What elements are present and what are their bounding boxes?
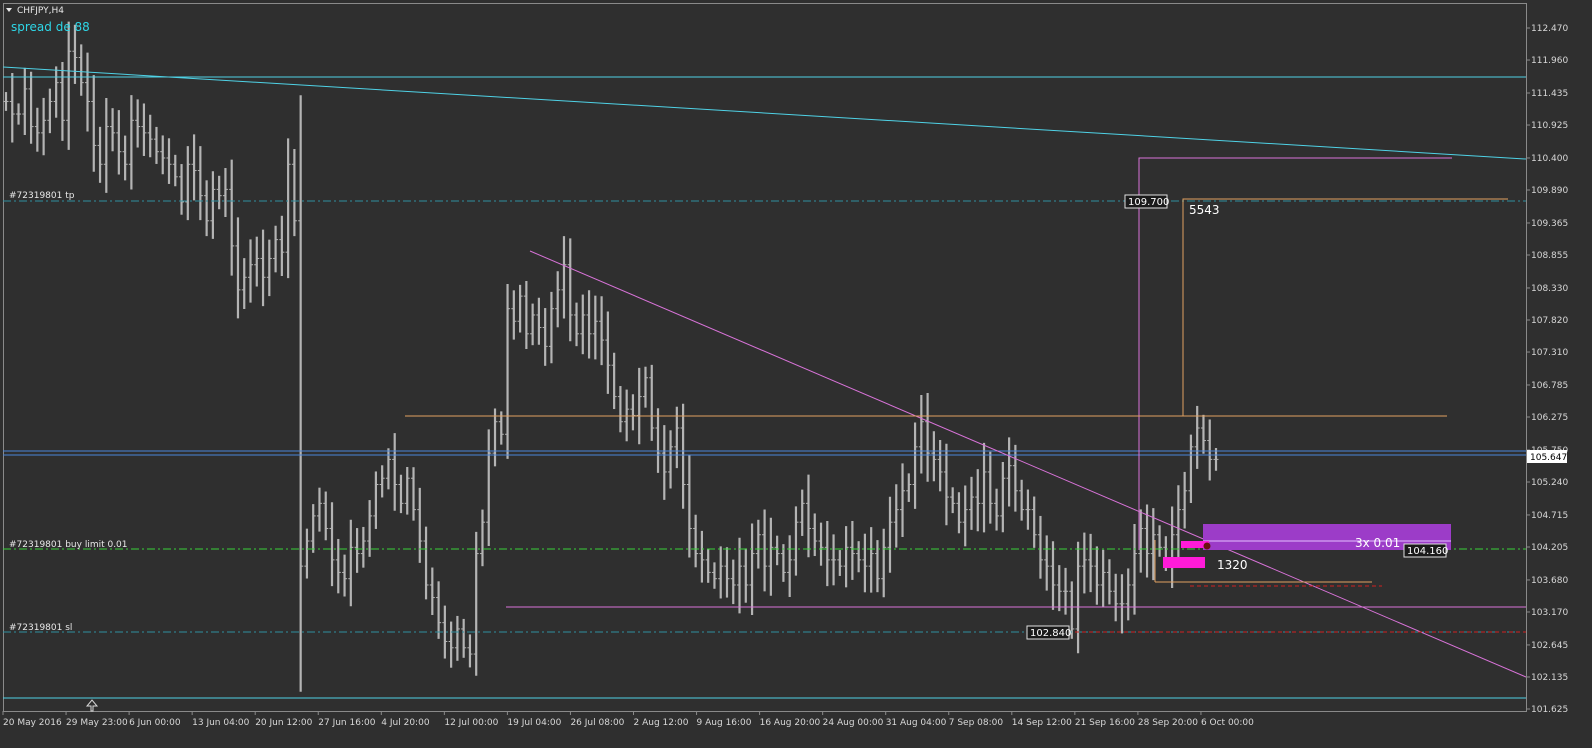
y-tick-label: 103.170 (1531, 608, 1568, 618)
symbol-label: CHFJPY,H4 (17, 6, 64, 16)
low-price-box: 102.840 (1030, 628, 1071, 639)
x-tick-label: 14 Sep 12:00 (1012, 718, 1072, 728)
x-tick-label: 9 Aug 16:00 (697, 718, 752, 728)
y-tick-label: 106.785 (1531, 381, 1568, 391)
plot-frame (3, 3, 1527, 712)
candles-layer (3, 21, 1219, 692)
sl-order-label[interactable]: #72319801 sl (9, 623, 72, 633)
price-axis[interactable]: 112.470 111.960 111.435 110.925 110.400 109.8… (1526, 24, 1568, 715)
x-tick-label: 31 Aug 04:00 (886, 718, 947, 728)
y-tick-label: 104.205 (1531, 543, 1568, 553)
buy-limit-order-label[interactable]: #72319801 buy limit 0.01 (9, 540, 128, 550)
x-tick-label: 27 Jun 16:00 (318, 718, 375, 728)
current-price-tag: 105.647 (1527, 450, 1567, 463)
x-tick-label: 20 Jun 12:00 (255, 718, 312, 728)
y-tick-label: 105.240 (1531, 478, 1568, 488)
y-tick-label: 109.890 (1531, 186, 1568, 196)
y-tick-label: 112.470 (1531, 24, 1568, 34)
y-tick-label: 106.275 (1531, 413, 1568, 423)
x-tick-label: 24 Aug 00:00 (823, 718, 884, 728)
x-tick-label: 7 Sep 08:00 (949, 718, 1004, 728)
x-tick-label: 6 Oct 00:00 (1201, 718, 1254, 728)
y-tick-label: 102.135 (1531, 673, 1568, 683)
y-tick-label: 110.925 (1531, 121, 1568, 131)
magenta-box-lower[interactable] (1163, 557, 1205, 568)
x-tick-label: 19 Jul 04:00 (507, 718, 561, 728)
magenta-trendline[interactable] (529, 250, 1527, 678)
position-label: 3x 0.01 (1355, 536, 1400, 550)
chevron-down-icon[interactable] (6, 8, 12, 12)
chart-root: #72319801 tp #72319801 buy limit 0.01 #7… (0, 0, 1592, 744)
y-tick-label: 101.625 (1531, 705, 1568, 715)
x-tick-label: 20 May 2016 (3, 718, 62, 728)
time-axis[interactable]: 20 May 2016 29 May 23:00 6 Jun 00:00 13 Jun… (2, 711, 1254, 728)
y-tick-label: 111.960 (1531, 56, 1568, 66)
entry-marker (1203, 542, 1211, 550)
top-price-box: 109.700 (1128, 197, 1169, 208)
x-tick-label: 21 Sep 16:00 (1075, 718, 1135, 728)
y-tick-label: 104.715 (1531, 511, 1568, 521)
top-count-label: 5543 (1189, 203, 1220, 217)
mid-count-label: 1320 (1217, 558, 1248, 572)
orange-projection[interactable] (1182, 198, 1508, 416)
x-tick-label: 29 May 23:00 (66, 718, 128, 728)
current-price-label: 105.647 (1530, 453, 1567, 463)
x-tick-label: 26 Jul 08:00 (570, 718, 624, 728)
x-tick-label: 12 Jul 00:00 (444, 718, 498, 728)
y-tick-label: 108.330 (1531, 284, 1568, 294)
cyan-trendline[interactable] (2, 66, 1527, 160)
x-tick-label: 28 Sep 20:00 (1138, 718, 1198, 728)
y-tick-label: 108.855 (1531, 251, 1568, 261)
tp-order-label[interactable]: #72319801 tp (9, 191, 75, 201)
x-tick-label: 6 Jun 00:00 (129, 718, 181, 728)
x-tick-label: 2 Aug 12:00 (634, 718, 689, 728)
position-price-box: 104.160 (1407, 546, 1448, 557)
y-tick-label: 107.820 (1531, 316, 1568, 326)
up-arrow-icon (85, 699, 99, 712)
x-tick-label: 4 Jul 20:00 (381, 718, 430, 728)
y-tick-label: 103.680 (1531, 576, 1568, 586)
order-labels: #72319801 tp #72319801 buy limit 0.01 #7… (9, 191, 128, 633)
y-tick-label: 107.310 (1531, 348, 1568, 358)
y-tick-label: 111.435 (1531, 89, 1568, 99)
chart-header: CHFJPY,H4 spread de 88 (6, 6, 90, 34)
y-tick-label: 102.645 (1531, 641, 1568, 651)
x-tick-label: 13 Jun 04:00 (192, 718, 249, 728)
y-tick-label: 110.400 (1531, 154, 1568, 164)
x-tick-label: 16 Aug 20:00 (760, 718, 821, 728)
spread-label: spread de 88 (11, 20, 90, 34)
price-chart[interactable]: #72319801 tp #72319801 buy limit 0.01 #7… (0, 0, 1592, 744)
y-tick-label: 109.365 (1531, 219, 1568, 229)
